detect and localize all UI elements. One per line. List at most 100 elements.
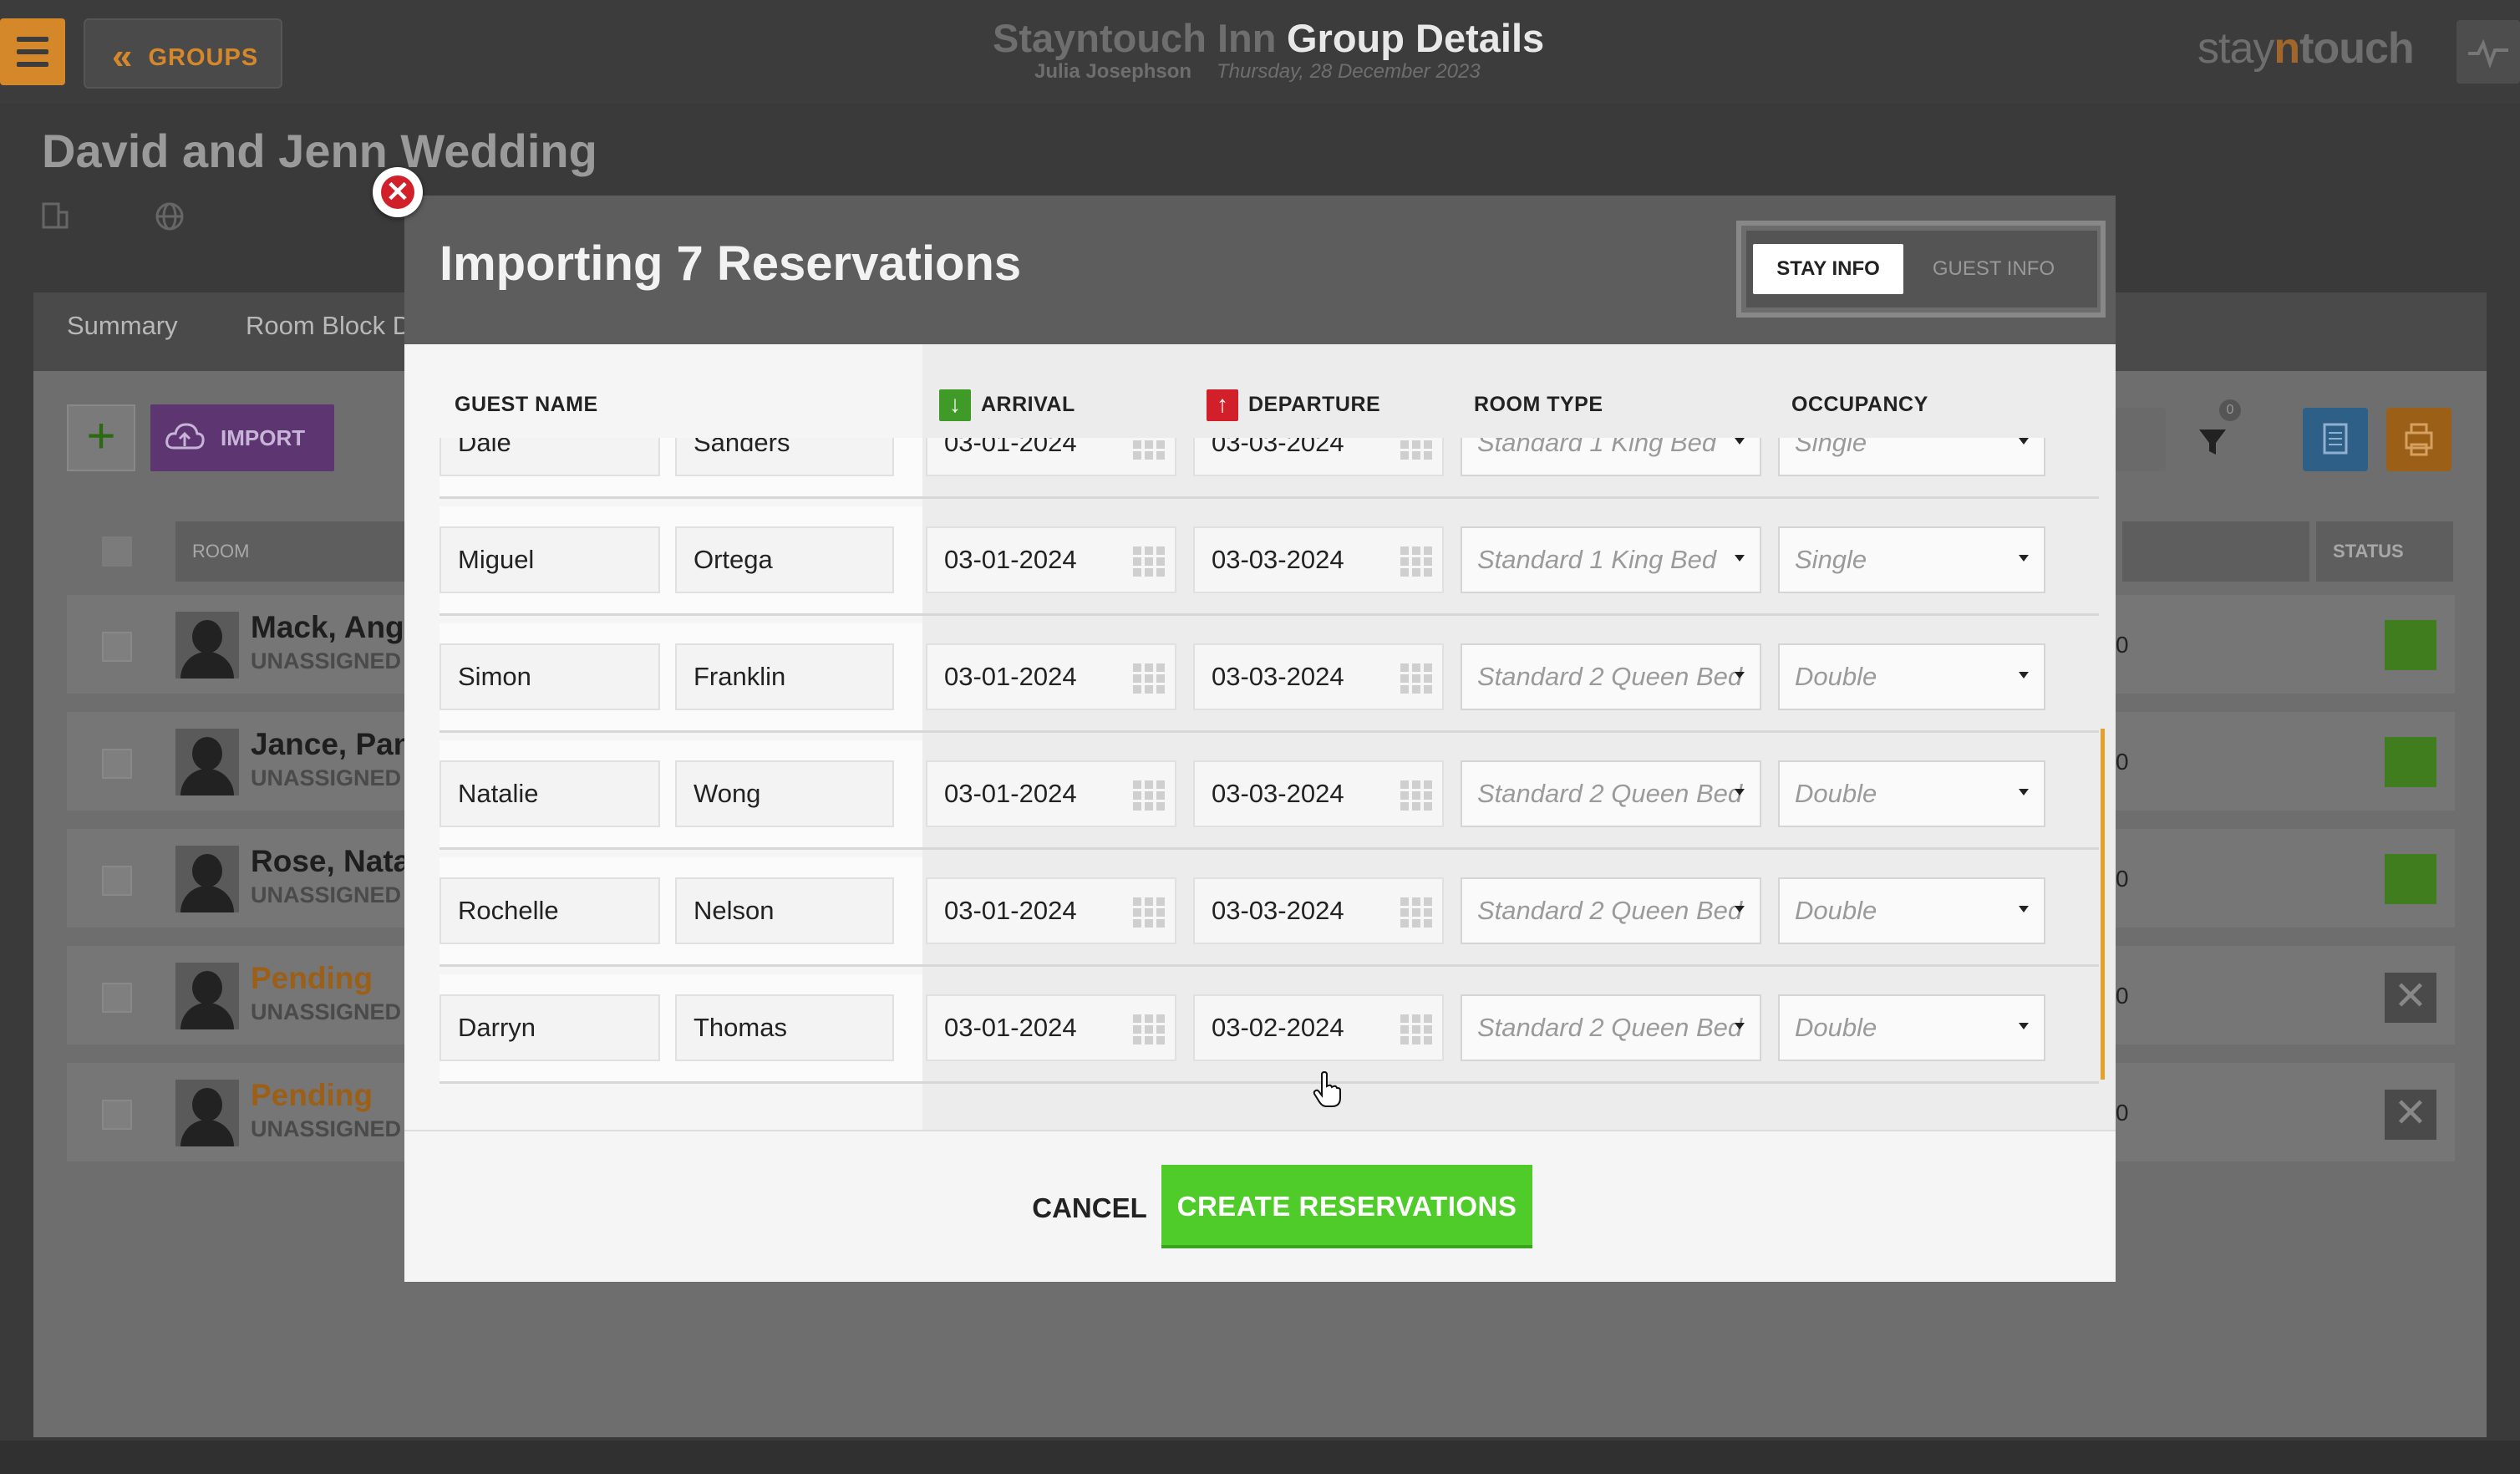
calendar-icon[interactable] [1400, 546, 1434, 577]
first-name-field[interactable]: Miguel [439, 526, 660, 593]
last-name-field[interactable]: Nelson [675, 877, 894, 944]
last-name-field[interactable]: Ortega [675, 526, 894, 593]
cancel-button[interactable]: CANCEL [1006, 1166, 1173, 1250]
row-checkbox[interactable] [102, 632, 132, 662]
create-reservations-button[interactable]: CREATE RESERVATIONS [1161, 1165, 1532, 1248]
room-type-select[interactable]: Standard 1 King Bed [1461, 526, 1761, 593]
room-column-header[interactable]: ROOM [175, 521, 409, 582]
calendar-icon[interactable] [1133, 1014, 1166, 1045]
tab-room-block[interactable]: Room Block D [246, 311, 411, 341]
row-checkbox[interactable] [102, 983, 132, 1013]
row-checkbox[interactable] [102, 1100, 132, 1130]
first-name-field[interactable]: Rochelle [439, 877, 660, 944]
arrival-date-field[interactable]: 03-01-2024 [926, 643, 1176, 710]
caret-down-icon [1735, 672, 1745, 679]
departure-date-field[interactable]: 03-03-2024 [1193, 438, 1444, 476]
occupancy-select[interactable]: Single [1778, 526, 2045, 593]
first-name-field[interactable]: Darryn [439, 994, 660, 1061]
remove-button[interactable]: ✕ [2385, 973, 2436, 1023]
departure-date-field[interactable]: 03-03-2024 [1193, 760, 1444, 827]
last-name-field[interactable]: Wong [675, 760, 894, 827]
hamburger-menu-button[interactable] [0, 18, 65, 85]
scrollbar[interactable] [2101, 729, 2105, 1080]
import-button[interactable]: IMPORT [150, 404, 334, 471]
last-name-field[interactable]: Thomas [675, 994, 894, 1061]
hamburger-icon [17, 37, 48, 42]
hand-cursor-icon [1313, 1071, 1341, 1107]
room-type-select[interactable]: Standard 2 Queen Bed [1461, 643, 1761, 710]
avatar [175, 846, 239, 912]
reservation-list[interactable]: Dale Sanders 03-01-2024 03-03-2024 Stand… [404, 438, 2116, 1106]
add-button[interactable]: + [67, 404, 135, 471]
last-name-field[interactable]: Franklin [675, 643, 894, 710]
room-type-select[interactable]: Standard 1 King Bed [1461, 438, 1761, 476]
top-bar: « GROUPS Stayntouch Inn Group Details Jul… [0, 0, 2520, 104]
room-status-text: UNASSIGNED [251, 648, 402, 673]
building-icon[interactable] [40, 201, 74, 234]
status-column-header[interactable]: STATUS [2316, 521, 2453, 582]
select-all-checkbox[interactable] [102, 536, 132, 567]
calendar-icon[interactable] [1400, 897, 1434, 928]
room-type-select[interactable]: Standard 2 Queen Bed [1461, 877, 1761, 944]
arrival-date-field[interactable]: 03-01-2024 [926, 877, 1176, 944]
double-chevron-left-icon: « [112, 36, 134, 77]
row-checkbox[interactable] [102, 866, 132, 896]
modal-footer: CANCEL CREATE RESERVATIONS [404, 1130, 2116, 1282]
calendar-icon[interactable] [1133, 663, 1166, 694]
departure-date-field[interactable]: 03-03-2024 [1193, 526, 1444, 593]
occupancy-select[interactable]: Double [1778, 994, 2045, 1061]
calendar-icon[interactable] [1133, 546, 1166, 577]
remove-button[interactable]: ✕ [2385, 1090, 2436, 1140]
guest-name: Pending [251, 1078, 373, 1112]
arrival-date-field[interactable]: 03-01-2024 [926, 994, 1176, 1061]
occupancy-select[interactable]: Double [1778, 760, 2045, 827]
caret-down-icon [1735, 555, 1745, 562]
caret-down-icon [2019, 555, 2029, 562]
arrow-down-icon: ↓ [939, 389, 971, 421]
stay-info-tab[interactable]: STAY INFO [1753, 244, 1903, 294]
calendar-icon[interactable] [1400, 438, 1434, 460]
arrival-date-field[interactable]: 03-01-2024 [926, 438, 1176, 476]
caret-down-icon [1735, 789, 1745, 795]
print-button[interactable] [2386, 408, 2451, 471]
calendar-icon[interactable] [1400, 780, 1434, 811]
grid-view-button[interactable] [2116, 408, 2166, 471]
departure-date-field[interactable]: 03-02-2024 [1193, 994, 1444, 1061]
room-status-text: UNASSIGNED [251, 999, 402, 1024]
close-icon: ✕ [381, 175, 414, 209]
departure-date-field[interactable]: 03-03-2024 [1193, 877, 1444, 944]
occupancy-select[interactable]: Single [1778, 438, 2045, 476]
occupancy-select[interactable]: Double [1778, 643, 2045, 710]
first-name-field[interactable]: Simon [439, 643, 660, 710]
first-name-field[interactable]: Dale [439, 438, 660, 476]
departure-header: DEPARTURE [1248, 393, 1381, 416]
avatar [175, 963, 239, 1029]
departure-date-field[interactable]: 03-03-2024 [1193, 643, 1444, 710]
guest-info-tab[interactable]: GUEST INFO [1910, 244, 2077, 294]
room-type-select[interactable]: Standard 2 Queen Bed [1461, 994, 1761, 1061]
calendar-icon[interactable] [1133, 897, 1166, 928]
modal-header: Importing 7 Reservations STAY INFO GUEST… [404, 196, 2116, 344]
room-status-text: UNASSIGNED [251, 1116, 402, 1141]
document-button[interactable] [2303, 408, 2368, 471]
activity-button[interactable] [2456, 20, 2520, 84]
printer-icon [2405, 423, 2433, 456]
globe-icon[interactable] [154, 201, 187, 234]
calendar-icon[interactable] [1133, 438, 1166, 460]
business-date: Thursday, 28 December 2023 [1217, 60, 1481, 83]
row-checkbox[interactable] [102, 749, 132, 779]
occupancy-select[interactable]: Double [1778, 877, 2045, 944]
calendar-icon[interactable] [1133, 780, 1166, 811]
modal-title: Importing 7 Reservations [439, 236, 1022, 291]
tab-summary[interactable]: Summary [67, 311, 178, 341]
column-header [2122, 521, 2309, 582]
last-name-field[interactable]: Sanders [675, 438, 894, 476]
calendar-icon[interactable] [1400, 1014, 1434, 1045]
arrival-date-field[interactable]: 03-01-2024 [926, 760, 1176, 827]
calendar-icon[interactable] [1400, 663, 1434, 694]
first-name-field[interactable]: Natalie [439, 760, 660, 827]
back-to-groups-button[interactable]: « GROUPS [84, 18, 282, 89]
close-modal-button[interactable]: ✕ [373, 167, 423, 217]
arrival-date-field[interactable]: 03-01-2024 [926, 526, 1176, 593]
room-type-select[interactable]: Standard 2 Queen Bed [1461, 760, 1761, 827]
